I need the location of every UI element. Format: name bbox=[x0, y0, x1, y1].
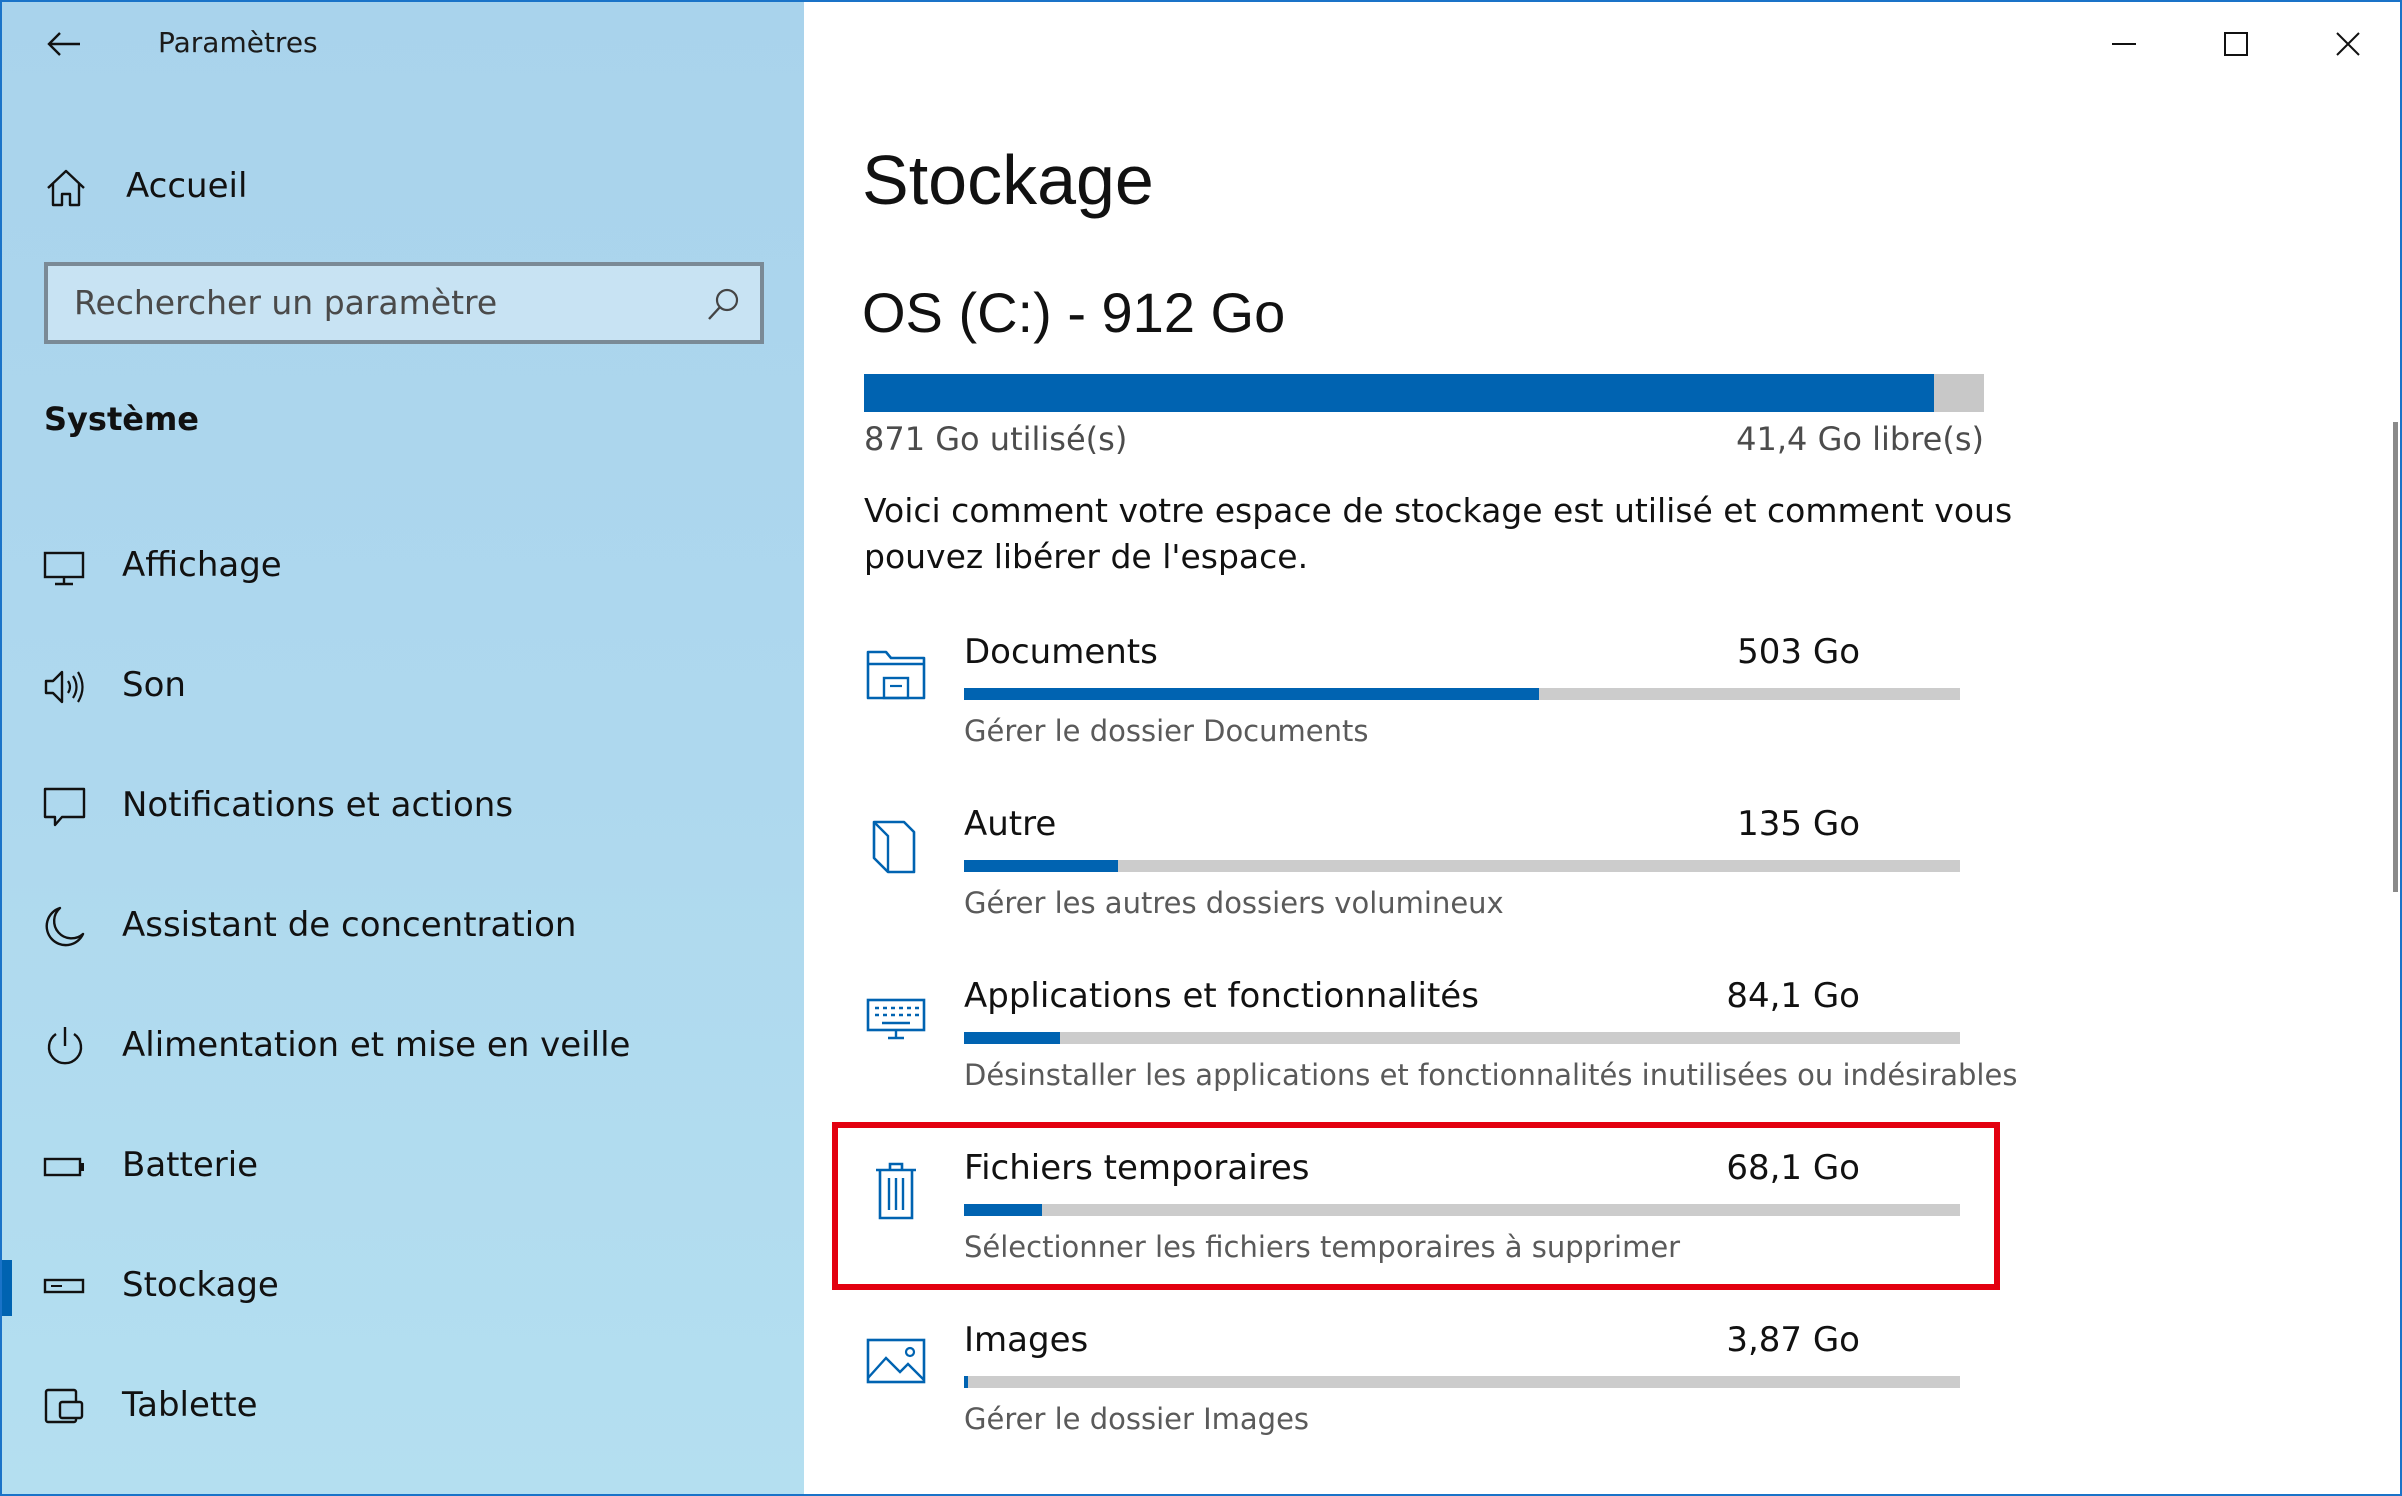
category-usage-bar bbox=[964, 860, 1960, 872]
minimize-button[interactable] bbox=[2068, 2, 2180, 86]
sidebar-item-label: Alimentation et mise en veille bbox=[122, 1025, 631, 1065]
documents-folder-icon bbox=[866, 650, 926, 700]
sidebar-item-label: Affichage bbox=[122, 545, 282, 585]
other-folder-icon bbox=[872, 820, 916, 874]
active-indicator bbox=[2, 1260, 12, 1316]
category-link[interactable]: Gérer les autres dossiers volumineux bbox=[964, 886, 1504, 920]
minimize-icon bbox=[2112, 43, 2136, 45]
back-button[interactable] bbox=[38, 20, 90, 68]
drive-free-label: 41,4 Go libre(s) bbox=[1736, 420, 1984, 458]
sidebar-item-label: Batterie bbox=[122, 1145, 259, 1185]
sidebar-item-batterie[interactable]: Batterie bbox=[2, 1122, 804, 1212]
sidebar-item-home[interactable]: Accueil bbox=[2, 152, 804, 222]
maximize-icon bbox=[2224, 32, 2248, 56]
category-link[interactable]: Gérer le dossier Images bbox=[964, 1402, 1309, 1436]
category-usage-bar bbox=[964, 688, 1960, 700]
category-usage-fill bbox=[964, 1032, 1060, 1044]
drive-used-label: 871 Go utilisé(s) bbox=[864, 420, 1128, 458]
sidebar-item-notifications[interactable]: Notifications et actions bbox=[2, 762, 804, 852]
sidebar-item-label: Assistant de concentration bbox=[122, 905, 577, 945]
category-usage-bar bbox=[964, 1032, 1960, 1044]
category-name: Applications et fonctionnalités bbox=[964, 976, 1479, 1016]
settings-window: Paramètres Accueil Rechercher un paramèt… bbox=[0, 0, 2402, 1496]
speaker-icon bbox=[44, 670, 84, 704]
sidebar-item-label: Accueil bbox=[126, 166, 248, 206]
search-icon[interactable] bbox=[704, 286, 742, 324]
sidebar: Paramètres Accueil Rechercher un paramèt… bbox=[2, 2, 804, 1494]
close-button[interactable] bbox=[2292, 2, 2400, 86]
monitor-icon bbox=[43, 551, 85, 586]
keyboard-icon bbox=[866, 998, 926, 1040]
close-icon bbox=[2336, 32, 2360, 56]
power-icon bbox=[47, 1027, 83, 1065]
category-images[interactable]: Images 3,87 Go Gérer le dossier Images bbox=[864, 1320, 1964, 1470]
category-link[interactable]: Désinstaller les applications et fonctio… bbox=[964, 1058, 2017, 1092]
category-usage-fill bbox=[964, 860, 1119, 872]
sidebar-item-label: Stockage bbox=[122, 1265, 279, 1305]
category-size: 3,87 Go bbox=[1726, 1320, 1860, 1360]
category-size: 135 Go bbox=[1737, 804, 1860, 844]
notification-icon bbox=[43, 787, 86, 827]
storage-description: Voici comment votre espace de stockage e… bbox=[864, 491, 2013, 576]
category-documents[interactable]: Documents 503 Go Gérer le dossier Docume… bbox=[864, 632, 1964, 782]
window-controls bbox=[2068, 2, 2400, 86]
home-icon bbox=[47, 169, 85, 207]
section-heading: Système bbox=[44, 400, 199, 438]
category-autre[interactable]: Autre 135 Go Gérer les autres dossiers v… bbox=[864, 804, 1964, 954]
search-placeholder: Rechercher un paramètre bbox=[74, 283, 498, 322]
category-usage-fill bbox=[964, 1376, 968, 1388]
category-link[interactable]: Gérer le dossier Documents bbox=[964, 714, 1368, 748]
sidebar-item-concentration[interactable]: Assistant de concentration bbox=[2, 882, 804, 972]
sidebar-item-label: Tablette bbox=[122, 1385, 258, 1425]
sidebar-item-power[interactable]: Alimentation et mise en veille bbox=[2, 1002, 804, 1092]
category-applications[interactable]: Applications et fonctionnalités 84,1 Go … bbox=[864, 976, 2017, 1126]
battery-icon bbox=[43, 1157, 84, 1177]
back-arrow-icon bbox=[47, 32, 80, 56]
category-usage-bar bbox=[964, 1376, 1960, 1388]
category-usage-fill bbox=[964, 688, 1539, 700]
sidebar-item-label: Son bbox=[122, 665, 186, 705]
sidebar-item-label: Notifications et actions bbox=[122, 785, 514, 825]
sidebar-item-affichage[interactable]: Affichage bbox=[2, 522, 804, 612]
moon-icon bbox=[45, 906, 85, 947]
drive-usage-bar bbox=[864, 374, 1984, 412]
category-name: Autre bbox=[964, 804, 1057, 844]
sidebar-item-son[interactable]: Son bbox=[2, 642, 804, 732]
maximize-button[interactable] bbox=[2180, 2, 2292, 86]
category-name: Images bbox=[964, 1320, 1089, 1360]
tablet-icon bbox=[44, 1388, 84, 1424]
category-size: 84,1 Go bbox=[1726, 976, 1860, 1016]
search-input[interactable]: Rechercher un paramètre bbox=[44, 262, 764, 344]
storage-icon bbox=[43, 1278, 85, 1294]
scrollbar[interactable] bbox=[2393, 422, 2398, 892]
sidebar-item-tablette[interactable]: Tablette bbox=[2, 1362, 804, 1452]
sidebar-item-stockage[interactable]: Stockage bbox=[2, 1242, 804, 1332]
app-title: Paramètres bbox=[158, 26, 318, 59]
category-name: Documents bbox=[964, 632, 1158, 672]
highlight-box bbox=[832, 1122, 2000, 1290]
image-icon bbox=[866, 1338, 926, 1384]
drive-title: OS (C:) - 912 Go bbox=[862, 281, 1286, 344]
category-size: 503 Go bbox=[1737, 632, 1860, 672]
drive-usage-fill bbox=[864, 374, 1934, 412]
page-title: Stockage bbox=[862, 141, 1154, 219]
